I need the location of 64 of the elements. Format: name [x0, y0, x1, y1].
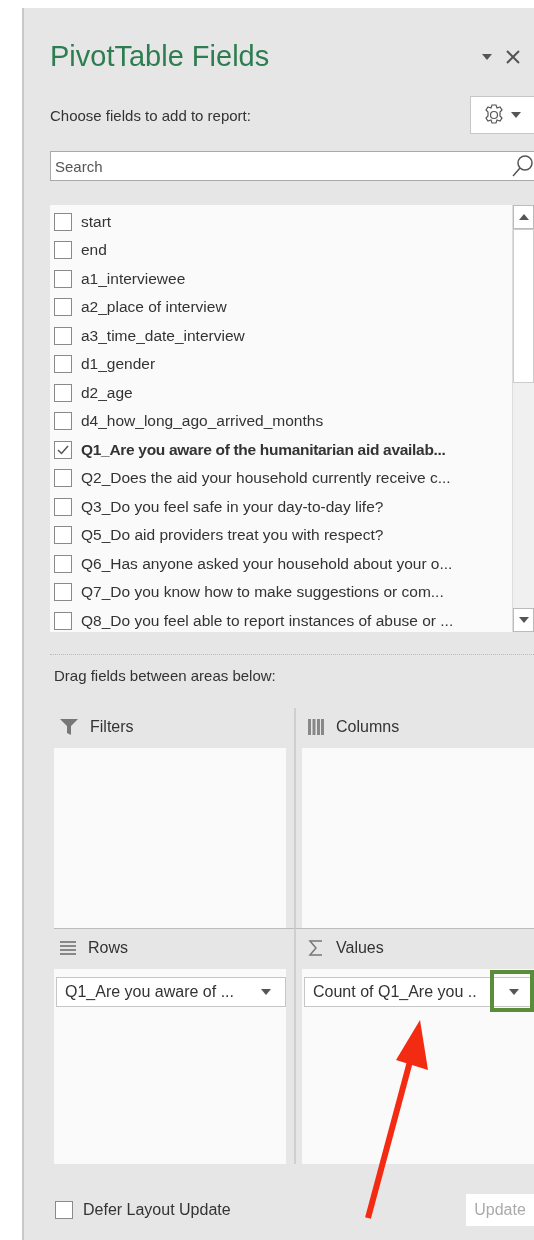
caret-icon — [482, 53, 492, 60]
filter-icon — [60, 719, 78, 736]
field-label[interactable]: Q8_Do you feel able to report instances of abuse or ... — [81, 611, 454, 630]
field-label[interactable]: Q1_Are you aware of the humanitarian aid availab... — [81, 440, 446, 459]
scroll-down-button[interactable] — [513, 608, 534, 633]
close-button[interactable] — [506, 49, 520, 64]
areas-instruction: Drag fields between areas below: — [53, 667, 277, 685]
field-label[interactable]: a3_time_date_interview — [81, 326, 245, 345]
field-checkbox[interactable] — [54, 554, 72, 573]
drop-area[interactable]: Q1_Are you aware of ... — [54, 969, 286, 1165]
tools-button[interactable] — [470, 96, 534, 135]
field-checkbox[interactable] — [54, 355, 72, 374]
field-checkbox[interactable] — [54, 298, 72, 317]
panel-title: PivotTable Fields — [50, 40, 271, 74]
area-title: Rows — [88, 939, 128, 958]
field-checkbox[interactable] — [54, 241, 72, 260]
search-icon — [512, 154, 534, 179]
field-label[interactable]: Q7_Do you know how to make suggestions or com... — [81, 583, 444, 602]
field-label[interactable]: Q5_Do aid providers treat you with respect? — [81, 526, 384, 545]
area-title: Filters — [90, 718, 134, 737]
scroll-thumb[interactable] — [513, 229, 534, 384]
field-checkbox[interactable] — [54, 326, 72, 345]
field-checkbox[interactable] — [54, 212, 72, 231]
field-label[interactable]: a2_place of interview — [81, 298, 227, 317]
up-arrow-icon — [518, 214, 529, 221]
sigma-icon — [308, 940, 324, 957]
area-title: Columns — [336, 718, 400, 737]
close-icon — [506, 49, 520, 64]
field-label[interactable]: Q2_Does the aid your household currently receive c... — [81, 469, 451, 488]
field-checkbox[interactable] — [54, 611, 72, 630]
scrollbar[interactable] — [512, 205, 534, 633]
search-field[interactable]: Search — [50, 151, 534, 182]
field-label[interactable]: Q3_Do you feel safe in your day-to-day life? — [81, 497, 384, 516]
field-label[interactable]: Q6_Has anyone asked your household about your o... — [81, 554, 453, 573]
field-checkbox[interactable] — [54, 269, 72, 288]
field-checkbox[interactable] — [54, 412, 72, 431]
drop-area[interactable]: Count of Q1_Are you .. — [302, 969, 534, 1165]
scroll-up-button[interactable] — [513, 205, 534, 230]
checkmark-icon — [57, 444, 69, 455]
defer-label: Defer Layout Update — [83, 1201, 232, 1220]
field-checkbox[interactable] — [54, 383, 72, 402]
caret-icon — [261, 989, 271, 996]
columns-icon — [308, 719, 324, 736]
defer-checkbox[interactable] — [55, 1201, 73, 1220]
field-label[interactable]: end — [81, 241, 107, 260]
gear-icon — [483, 104, 505, 127]
down-arrow-icon — [518, 617, 529, 624]
area-title: Values — [336, 939, 384, 958]
field-checkbox[interactable] — [54, 469, 72, 488]
field-label[interactable]: a1_interviewee — [81, 269, 186, 288]
field-checkbox[interactable] — [54, 583, 72, 602]
field-checkbox[interactable] — [54, 497, 72, 516]
field-checkbox[interactable] — [54, 526, 72, 545]
field-label[interactable]: d4_how_long_ago_arrived_months — [81, 412, 324, 431]
instruction-text: Choose fields to add to report: — [50, 106, 252, 124]
caret-icon — [509, 989, 519, 996]
task-pane-options-button[interactable] — [482, 53, 492, 60]
caret-icon — [511, 112, 521, 119]
field-label[interactable]: d1_gender — [81, 355, 156, 374]
field-label[interactable]: d2_age — [81, 383, 133, 402]
field-checkbox[interactable] — [54, 440, 72, 459]
rows-icon — [60, 941, 76, 956]
area-field-item[interactable]: Q1_Are you aware of ... — [56, 977, 286, 1008]
field-label[interactable]: start — [81, 212, 112, 231]
